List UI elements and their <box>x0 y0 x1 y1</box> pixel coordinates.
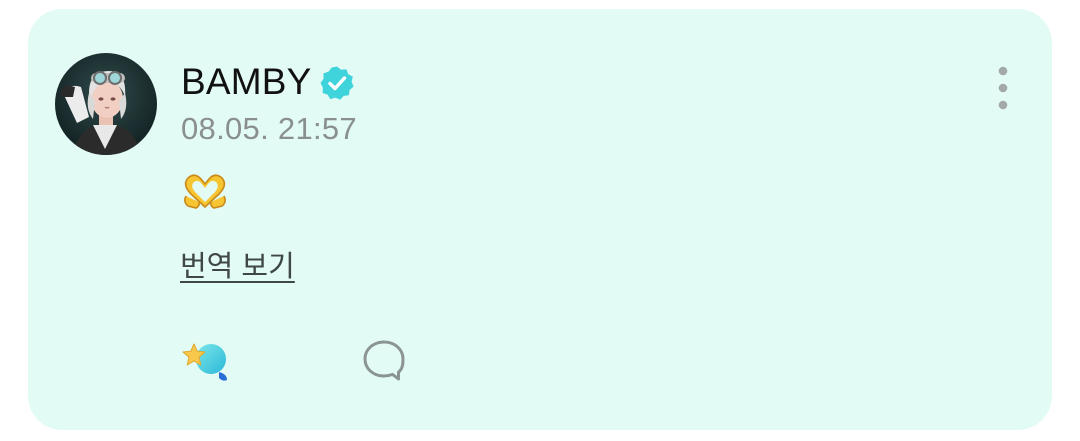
more-vertical-icon[interactable] <box>988 64 1018 114</box>
heart-hands-emoji <box>184 174 226 209</box>
avatar-image <box>55 53 157 155</box>
translate-link[interactable]: 번역 보기 <box>180 249 295 285</box>
post-timestamp: 08.05. 21:57 <box>181 111 357 146</box>
verified-badge-icon <box>320 66 354 100</box>
author-name[interactable]: BAMBY <box>181 60 312 104</box>
cheer-star-icon[interactable] <box>181 338 233 384</box>
author-avatar[interactable] <box>55 53 157 155</box>
comment-bubble-icon[interactable] <box>360 338 408 384</box>
